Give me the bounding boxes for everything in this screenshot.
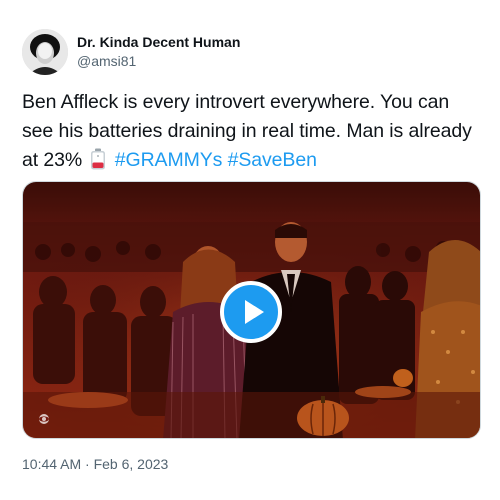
author-names: Dr. Kinda Decent Human @amsi81 xyxy=(77,33,240,71)
hashtag-saveben[interactable]: #SaveBen xyxy=(228,149,317,171)
display-name[interactable]: Dr. Kinda Decent Human xyxy=(77,33,240,52)
tweet-header: Dr. Kinda Decent Human @amsi81 xyxy=(22,28,240,76)
hashtag-grammys[interactable]: #GRAMMYs xyxy=(115,149,223,171)
play-icon xyxy=(245,300,264,324)
avatar[interactable] xyxy=(22,29,68,75)
tweet-text: Ben Affleck is every introvert everywher… xyxy=(22,88,482,175)
tweet: Dr. Kinda Decent Human @amsi81 Ben Affle… xyxy=(0,0,500,500)
play-button[interactable] xyxy=(220,281,282,343)
tweet-timestamp[interactable]: 10:44 AM · Feb 6, 2023 xyxy=(22,455,168,474)
user-handle[interactable]: @amsi81 xyxy=(77,52,240,71)
battery-low-icon xyxy=(88,148,108,170)
